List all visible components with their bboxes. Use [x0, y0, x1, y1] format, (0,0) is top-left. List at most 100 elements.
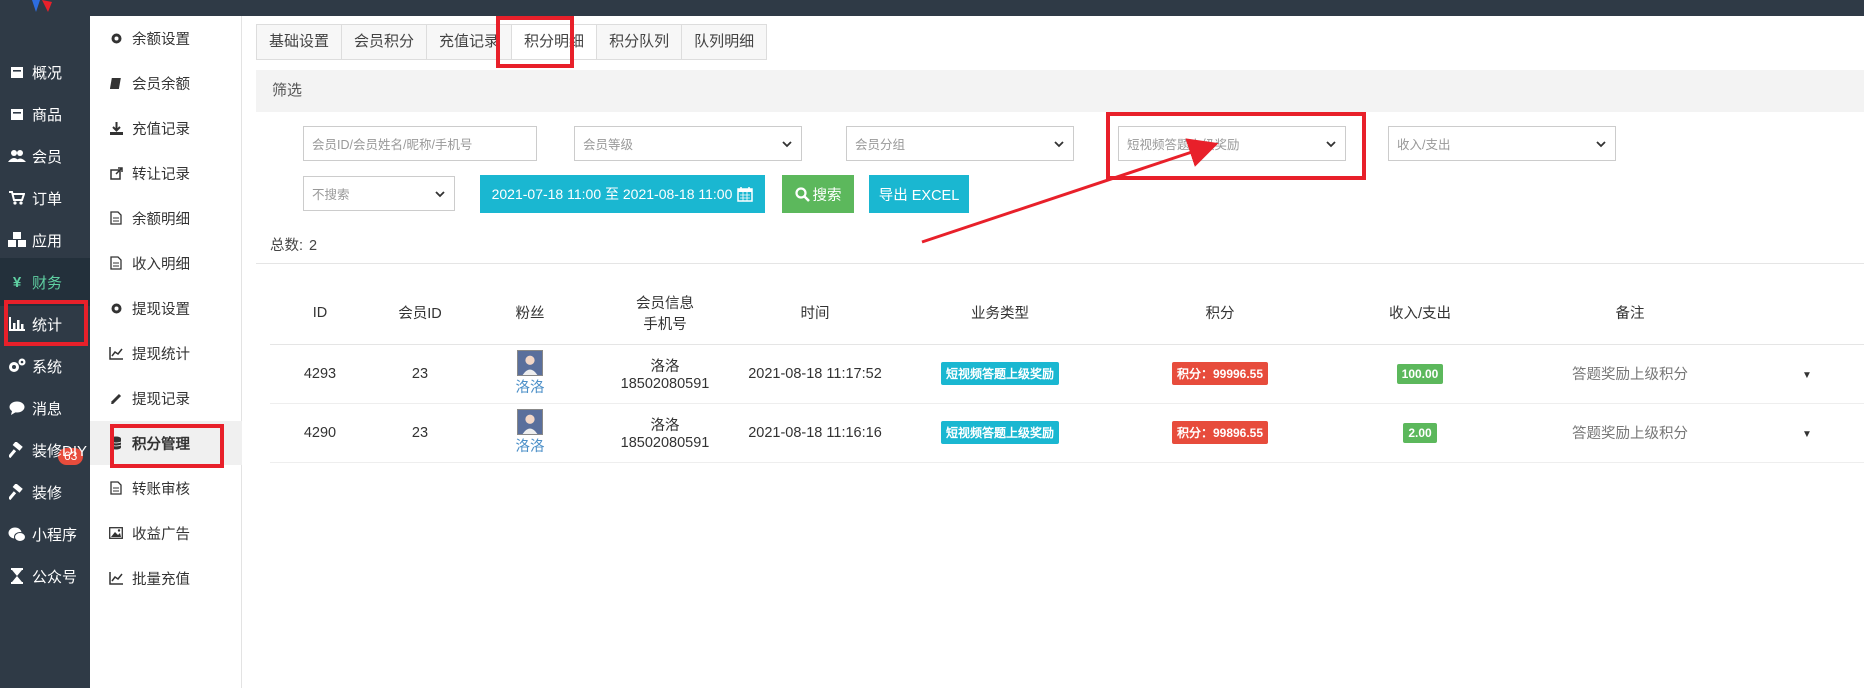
database-icon — [108, 435, 124, 451]
chevron-down-icon — [1054, 141, 1064, 148]
tab-points-details[interactable]: 积分明细 — [512, 25, 598, 59]
users-icon — [8, 147, 26, 165]
submenu-item-balance-details[interactable]: 余额明细 — [90, 196, 242, 240]
search-input[interactable]: 会员ID/会员姓名/昵称/手机号 — [303, 126, 537, 161]
cell-member-info: 洛洛 18502080591 — [590, 344, 740, 404]
export-excel-button[interactable]: 导出 EXCEL — [869, 175, 969, 213]
search-button-label: 搜索 — [812, 187, 842, 204]
nav-item-decor[interactable]: 装修 — [0, 468, 90, 516]
file-icon — [108, 255, 124, 271]
submenu-item-balance-settings[interactable]: 余额设置 — [90, 16, 242, 60]
submenu-item-withdraw-settings[interactable]: 提现设置 — [90, 286, 242, 330]
cell-time: 2021-08-18 11:17:52 — [740, 344, 890, 404]
submenu-label: 收入明细 — [132, 256, 190, 273]
nav-item-official-account[interactable]: 公众号 — [0, 552, 90, 600]
submenu-label: 余额明细 — [132, 211, 190, 228]
select-value: 不搜索 — [312, 188, 350, 202]
income-expense-select[interactable]: 收入/支出 — [1388, 126, 1616, 161]
cell-remark: 答题奖励上级积分 — [1510, 344, 1750, 404]
cell-id: 4293 — [270, 344, 370, 404]
col-header-member-info-label: 会员信息 — [636, 295, 694, 312]
gear-icon — [108, 30, 124, 46]
fan-name-link[interactable]: 洛洛 — [470, 376, 590, 397]
submenu-item-transfer-review[interactable]: 转账审核 — [90, 466, 242, 510]
submenu-item-recharge-records[interactable]: 充值记录 — [90, 106, 242, 150]
submenu-item-revenue-ads[interactable]: 收益广告 — [90, 511, 242, 555]
submenu-label: 转让记录 — [132, 166, 190, 183]
cell-remark: 答题奖励上级积分 — [1510, 403, 1750, 463]
nav-label: 系统 — [32, 358, 63, 376]
table-row: 4293 23 洛洛 洛洛 18502080591 2021-08-18 11:… — [270, 344, 1864, 404]
submenu-item-batch-recharge[interactable]: 批量充值 — [90, 556, 242, 600]
tab-queue-details[interactable]: 队列明细 — [682, 25, 767, 59]
fan-name-link[interactable]: 洛洛 — [470, 435, 590, 456]
cell-actions: ▼ — [1750, 403, 1864, 463]
col-header-actions — [1750, 282, 1864, 345]
nav-label: 装修 — [32, 484, 63, 502]
bar-chart-icon — [8, 315, 26, 333]
table-header-row: ID 会员ID 粉丝 会员信息 手机号 时间 业务类型 积分 收入/支出 备注 — [270, 282, 1864, 345]
cell-type: 短视频答题上级奖励 — [890, 403, 1110, 463]
cell-member-id: 23 — [370, 344, 470, 404]
cell-actions: ▼ — [1750, 344, 1864, 404]
nav-item-members[interactable]: 会员 — [0, 132, 90, 180]
submenu-label: 转账审核 — [132, 481, 190, 498]
submenu-item-income-details[interactable]: 收入明细 — [90, 241, 242, 285]
nav-item-overview[interactable]: 概况 — [0, 48, 90, 96]
app-window: 概况 商品 会员 订单 应用 ¥ 财务 统计 系统 消息 63 装修DIY 装修… — [0, 0, 1864, 688]
submenu-label: 会员余额 — [132, 76, 190, 93]
cell-type: 短视频答题上级奖励 — [890, 344, 1110, 404]
tab-member-points[interactable]: 会员积分 — [342, 25, 428, 59]
business-type-select[interactable]: 短视频答题上级奖励 — [1118, 126, 1346, 161]
cell-time: 2021-08-18 11:16:16 — [740, 403, 890, 463]
main-sidebar: 概况 商品 会员 订单 应用 ¥ 财务 统计 系统 消息 63 装修DIY 装修… — [0, 0, 90, 688]
nav-item-goods[interactable]: 商品 — [0, 90, 90, 138]
submenu-item-withdraw-records[interactable]: 提现记录 — [90, 376, 242, 420]
nav-item-messages[interactable]: 消息 — [0, 384, 90, 432]
cell-member-info: 洛洛 18502080591 — [590, 403, 740, 463]
search-mode-select[interactable]: 不搜索 — [303, 176, 455, 211]
hourglass-icon — [8, 567, 26, 585]
submenu-item-withdraw-stats[interactable]: 提现统计 — [90, 331, 242, 375]
cubes-icon — [8, 231, 26, 249]
nav-label: 财务 — [32, 274, 63, 292]
member-level-select[interactable]: 会员等级 — [574, 126, 802, 161]
amount-tag: 100.00 — [1396, 363, 1444, 384]
type-tag: 短视频答题上级奖励 — [940, 362, 1059, 385]
member-phone: 18502080591 — [620, 376, 710, 392]
nav-item-orders[interactable]: 订单 — [0, 174, 90, 222]
type-tag: 短视频答题上级奖励 — [940, 421, 1059, 444]
nav-label: 公众号 — [32, 568, 78, 586]
submenu-label: 收益广告 — [132, 526, 190, 543]
caret-down-icon[interactable]: ▼ — [1802, 370, 1812, 381]
nav-item-system[interactable]: 系统 — [0, 342, 90, 390]
avatar[interactable] — [517, 350, 543, 376]
nav-item-stats[interactable]: 统计 — [0, 300, 90, 348]
submenu-label: 余额设置 — [132, 31, 190, 48]
search-button[interactable]: 搜索 — [782, 175, 854, 213]
hammer-icon — [8, 483, 26, 501]
submenu-item-points-management[interactable]: 积分管理 — [90, 421, 242, 465]
line-chart-icon — [108, 570, 124, 586]
col-header-fan: 粉丝 — [470, 282, 590, 345]
tab-recharge-records[interactable]: 充值记录 — [427, 25, 513, 59]
col-header-member-id: 会员ID — [370, 282, 470, 345]
nav-item-apps[interactable]: 应用 — [0, 216, 90, 264]
image-icon — [108, 525, 124, 541]
nav-item-decor-diy[interactable]: 装修DIY — [0, 426, 90, 474]
date-range-picker[interactable]: 2021-07-18 11:00 至 2021-08-18 11:00 — [480, 175, 765, 213]
col-header-type: 业务类型 — [890, 282, 1110, 345]
pencil-icon — [108, 390, 124, 406]
nav-item-mini-program[interactable]: 小程序 — [0, 510, 90, 558]
tab-points-queue[interactable]: 积分队列 — [597, 25, 683, 59]
cell-points: 积分：99896.55 — [1110, 403, 1330, 463]
nav-item-finance[interactable]: ¥ 财务 — [0, 258, 90, 306]
avatar[interactable] — [517, 409, 543, 435]
caret-down-icon[interactable]: ▼ — [1802, 429, 1812, 440]
gears-icon — [8, 357, 26, 375]
submenu-item-member-balance[interactable]: 会员余额 — [90, 61, 242, 105]
member-group-select[interactable]: 会员分组 — [846, 126, 1074, 161]
submenu-item-transfer-records[interactable]: 转让记录 — [90, 151, 242, 195]
tab-basic-settings[interactable]: 基础设置 — [257, 25, 343, 59]
file-icon — [108, 480, 124, 496]
